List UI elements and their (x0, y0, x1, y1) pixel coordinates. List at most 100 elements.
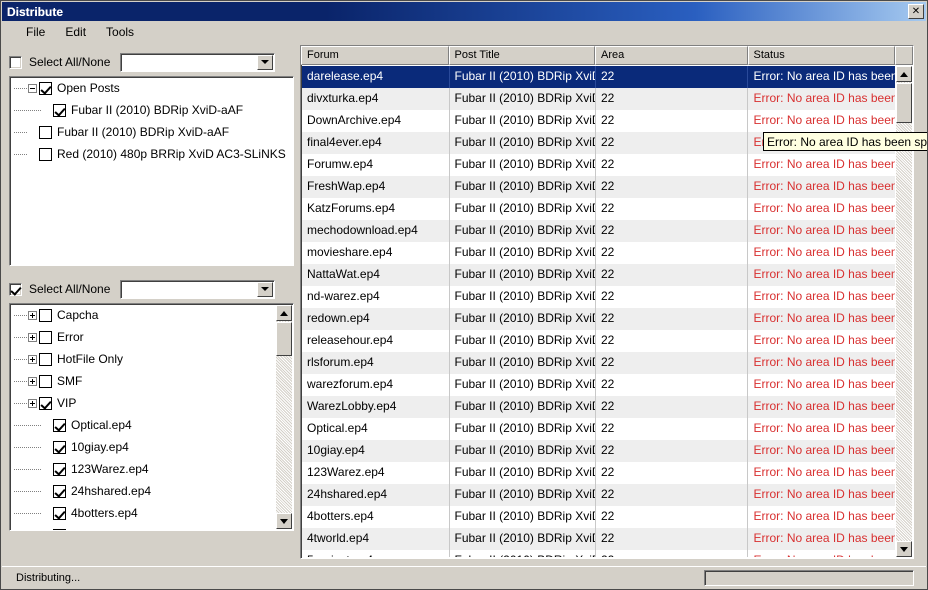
tree-node-checkbox[interactable] (53, 528, 66, 530)
cell-forum: final4ever.ep4 (302, 132, 450, 154)
column-header-status[interactable]: Status (747, 46, 896, 65)
tree-node-checkbox[interactable] (53, 103, 66, 117)
tree-node-label: Capcha (57, 308, 99, 322)
cell-post-title: Fubar II (2010) BDRip XviD-... (450, 66, 596, 88)
cell-post-title: Fubar II (2010) BDRip XviD-... (450, 154, 596, 176)
tree-node[interactable]: Open Posts (10, 77, 293, 99)
tree-node-checkbox[interactable] (39, 396, 52, 410)
tree-node-checkbox[interactable] (39, 330, 52, 344)
bottom-select-all-checkbox[interactable] (9, 282, 22, 296)
tree-node[interactable]: 10giay.ep4 (10, 436, 275, 458)
tree-node-checkbox[interactable] (53, 418, 66, 432)
expand-plus-icon[interactable] (28, 332, 37, 342)
cell-status: Error: No area ID has been ... (753, 245, 895, 259)
chevron-down-icon[interactable] (257, 54, 274, 70)
table-row[interactable]: 24hshared.ep4Fubar II (2010) BDRip XviD-… (302, 484, 895, 506)
table-row[interactable]: NattaWat.ep4Fubar II (2010) BDRip XviD-.… (302, 264, 895, 286)
table-row[interactable]: mechodownload.ep4 Fubar II (2010) BDRip X… (302, 220, 895, 242)
tree-node-checkbox[interactable] (53, 484, 66, 498)
table-row[interactable]: darelease.ep4Fubar II (2010) BDRip XviD-… (302, 66, 895, 88)
expand-plus-icon[interactable] (28, 376, 37, 386)
cell-area: 22 (596, 264, 749, 286)
table-row[interactable]: movieshare.ep4Fubar II (2010) BDRip XviD… (302, 242, 895, 264)
column-header-area[interactable]: Area (595, 46, 748, 65)
expand-plus-icon[interactable] (28, 310, 37, 320)
expand-plus-icon[interactable] (28, 398, 37, 408)
tree-node[interactable]: 4botters.ep4 (10, 502, 275, 524)
tree-node[interactable]: 123Warez.ep4 (10, 458, 275, 480)
menu-item-file[interactable]: File (16, 23, 55, 41)
scroll-up-icon[interactable] (276, 305, 292, 321)
cell-area: 22 (596, 88, 749, 110)
top-filter-combobox-value[interactable] (121, 54, 256, 71)
tree-node-checkbox[interactable] (53, 506, 66, 520)
bottom-filter-combobox[interactable] (120, 279, 276, 299)
scroll-thumb[interactable] (896, 83, 912, 123)
table-row[interactable]: 4botters.ep4Fubar II (2010) BDRip XviD-.… (302, 506, 895, 528)
tree-node[interactable]: Optical.ep4 (10, 414, 275, 436)
scroll-thumb[interactable] (276, 322, 292, 356)
chevron-down-icon[interactable] (257, 281, 274, 297)
tree-node-checkbox[interactable] (53, 440, 66, 454)
table-row[interactable]: rlsforum.ep4Fubar II (2010) BDRip XviD-.… (302, 352, 895, 374)
scroll-down-icon[interactable] (276, 513, 292, 529)
close-icon[interactable]: ✕ (908, 4, 924, 19)
tree-node-checkbox[interactable] (39, 81, 52, 95)
forums-tree[interactable]: Capcha Error HotFile Only SMF VIP Optical.ep4… (9, 303, 294, 531)
table-row[interactable]: FreshWap.ep4Fubar II (2010) BDRip XviD-.… (302, 176, 895, 198)
table-row[interactable]: DownArchive.ep4 Fubar II (2010) BDRip Xvi… (302, 110, 895, 132)
tree-node-checkbox[interactable] (53, 462, 66, 476)
bottom-filter-combobox-value[interactable] (121, 281, 256, 298)
table-row[interactable]: 123Warez.ep4Fubar II (2010) BDRip XviD-.… (302, 462, 895, 484)
forums-tree-scrollbar[interactable] (276, 305, 292, 529)
scroll-up-icon[interactable] (896, 66, 912, 82)
table-row[interactable]: releasehour.ep4 Fubar II (2010) BDRip Xvi… (302, 330, 895, 352)
menu-item-edit[interactable]: Edit (55, 23, 96, 41)
table-row[interactable]: redown.ep4Fubar II (2010) BDRip XviD-...… (302, 308, 895, 330)
table-row[interactable]: WarezLobby.ep4Fubar II (2010) BDRip XviD… (302, 396, 895, 418)
table-row[interactable]: nd-warez.ep4Fubar II (2010) BDRip XviD-.… (302, 286, 895, 308)
scroll-down-icon[interactable] (896, 541, 912, 557)
tree-node-checkbox[interactable] (39, 352, 52, 366)
open-posts-tree[interactable]: Open Posts Fubar II (2010) BDRip XviD-aAF… (9, 76, 294, 266)
table-row[interactable]: 4tworld.ep4Fubar II (2010) BDRip XviD-..… (302, 528, 895, 550)
top-filter-combobox[interactable] (120, 52, 276, 72)
tree-node[interactable]: 4tworld.ep4 (10, 524, 275, 530)
tree-node[interactable]: VIP (10, 392, 275, 414)
cell-post-title: Fubar II (2010) BDRip XviD-... (450, 88, 596, 110)
tree-node-checkbox[interactable] (39, 374, 52, 388)
table-row[interactable]: divxturka.ep4Fubar II (2010) BDRip XviD-… (302, 88, 895, 110)
tree-node[interactable]: Red (2010) 480p BRRip XviD AC3-SLiNKS (10, 143, 293, 165)
tree-node[interactable]: Error (10, 326, 275, 348)
cell-forum: 10giay.ep4 (302, 440, 450, 462)
table-row[interactable]: 5project.ep4Fubar II (2010) BDRip XviD-.… (302, 550, 895, 557)
table-row[interactable]: warezforum.ep4Fubar II (2010) BDRip XviD… (302, 374, 895, 396)
tree-node-checkbox[interactable] (39, 308, 52, 322)
tree-node[interactable]: SMF (10, 370, 275, 392)
tree-node[interactable]: Capcha (10, 304, 275, 326)
collapse-minus-icon[interactable] (28, 83, 37, 93)
tree-node-checkbox[interactable] (39, 147, 52, 161)
column-header-post-title[interactable]: Post Title (448, 46, 596, 65)
menu-item-tools[interactable]: Tools (96, 23, 144, 41)
cell-status: Error: No area ID has been ... (748, 550, 895, 557)
table-row[interactable]: KatzForums.ep4Fubar II (2010) BDRip XviD… (302, 198, 895, 220)
cell-forum: movieshare.ep4 (302, 242, 450, 264)
cell-post-title: Fubar II (2010) BDRip XviD-... (450, 242, 596, 264)
distribution-listview[interactable]: Forum Post Title Area Status darelease.e… (300, 45, 914, 559)
tree-node[interactable]: Fubar II (2010) BDRip XviD-aAF (10, 99, 293, 121)
tree-node-label: 24hshared.ep4 (71, 484, 152, 498)
tree-node-checkbox[interactable] (39, 125, 52, 139)
tree-node[interactable]: HotFile Only (10, 348, 275, 370)
table-row[interactable]: Forumw.ep4Fubar II (2010) BDRip XviD-...… (302, 154, 895, 176)
tree-node[interactable]: Fubar II (2010) BDRip XviD-aAF (10, 121, 293, 143)
tree-node-label: 4tworld.ep4 (71, 528, 133, 530)
window-titlebar: Distribute ✕ (2, 2, 926, 21)
column-header-forum[interactable]: Forum (301, 46, 449, 65)
tree-node[interactable]: 24hshared.ep4 (10, 480, 275, 502)
table-row[interactable]: Optical.ep4Fubar II (2010) BDRip XviD-..… (302, 418, 895, 440)
cell-status: Error: No area ID has been ... (753, 421, 895, 435)
table-row[interactable]: 10giay.ep4Fubar II (2010) BDRip XviD-...… (302, 440, 895, 462)
expand-plus-icon[interactable] (28, 354, 37, 364)
top-select-all-checkbox[interactable] (9, 55, 22, 69)
